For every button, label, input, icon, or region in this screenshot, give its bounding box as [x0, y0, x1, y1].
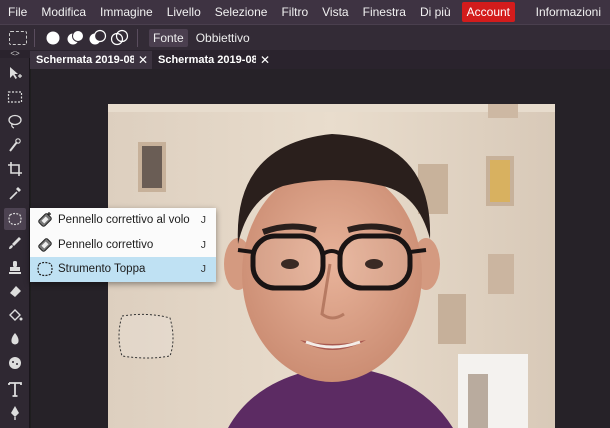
crop-tool-icon[interactable]: [4, 158, 26, 180]
intersect-selection-icon[interactable]: [108, 28, 130, 48]
eyedropper-icon[interactable]: [4, 182, 26, 204]
source-mode-button[interactable]: Fonte: [149, 28, 188, 47]
patch-tool-icon[interactable]: [4, 208, 26, 230]
quick-selection-icon[interactable]: [4, 134, 26, 156]
menu-livello[interactable]: Livello: [160, 2, 208, 22]
menu-bar: File Modifica Immagine Livello Selezione…: [0, 0, 610, 24]
patch-tool-icon: [34, 261, 56, 277]
target-mode-button[interactable]: Obbiettivo: [192, 29, 254, 47]
menu-selezione[interactable]: Selezione: [208, 2, 275, 22]
menu-filtro[interactable]: Filtro: [274, 2, 315, 22]
flyout-item-healing-brush[interactable]: Pennello correttivo J: [30, 233, 216, 258]
patch-tool-options-icon: [9, 30, 27, 45]
close-icon[interactable]: ✕: [134, 53, 152, 67]
flyout-item-spot-healing[interactable]: Pennello correttivo al volo J: [30, 208, 216, 233]
flyout-item-patch-tool[interactable]: Strumento Toppa J: [30, 257, 216, 282]
divider: [34, 28, 35, 47]
tools-panel: [0, 58, 30, 428]
sponge-tool-icon[interactable]: [4, 352, 26, 374]
menu-informazioni[interactable]: Informazioni: [529, 2, 608, 22]
shortcut-label: J: [200, 238, 206, 251]
add-selection-icon[interactable]: [64, 28, 86, 48]
subtract-selection-icon[interactable]: [86, 28, 108, 48]
flyout-item-label: Pennello correttivo: [58, 238, 154, 251]
blur-tool-icon[interactable]: [4, 328, 26, 350]
type-tool-icon[interactable]: [4, 378, 26, 400]
lasso-tool-icon[interactable]: [4, 110, 26, 132]
menu-di-piu[interactable]: Di più: [413, 2, 458, 22]
move-tool-icon[interactable]: [4, 62, 26, 84]
shortcut-label: J: [200, 214, 206, 227]
pen-tool-icon[interactable]: [4, 402, 26, 424]
shortcut-label: J: [200, 263, 206, 276]
brush-tool-icon[interactable]: [4, 232, 26, 254]
options-bar: Fonte Obbiettivo: [0, 24, 610, 50]
document-tab[interactable]: Schermata 2019-08 ✕: [152, 51, 274, 69]
paint-bucket-icon[interactable]: [4, 304, 26, 326]
clone-stamp-icon[interactable]: [4, 256, 26, 278]
document-tab-title: Schermata 2019-08: [36, 54, 134, 66]
toolbar-collapse-handle[interactable]: <>: [0, 50, 30, 58]
document-tab-title: Schermata 2019-08: [158, 54, 256, 66]
menu-modifica[interactable]: Modifica: [34, 2, 93, 22]
flyout-item-label: Strumento Toppa: [58, 263, 146, 276]
menu-vista[interactable]: Vista: [315, 2, 355, 22]
menu-finestra[interactable]: Finestra: [356, 2, 413, 22]
eraser-icon[interactable]: [4, 280, 26, 302]
menu-immagine[interactable]: Immagine: [93, 2, 160, 22]
document-tabs: Schermata 2019-08 ✕ Schermata 2019-08 ✕: [30, 50, 610, 69]
new-selection-icon[interactable]: [42, 28, 64, 48]
account-button[interactable]: Account: [461, 2, 516, 22]
spot-healing-brush-icon: [34, 211, 56, 229]
divider: [137, 28, 138, 47]
healing-brush-icon: [34, 236, 56, 254]
menu-file[interactable]: File: [0, 2, 34, 22]
flyout-item-label: Pennello correttivo al volo: [58, 214, 190, 227]
healing-tools-flyout: Pennello correttivo al volo J Pennello c…: [30, 208, 216, 282]
document-tab[interactable]: Schermata 2019-08 ✕: [30, 51, 152, 69]
close-icon[interactable]: ✕: [256, 53, 274, 67]
marquee-tool-icon[interactable]: [4, 86, 26, 108]
